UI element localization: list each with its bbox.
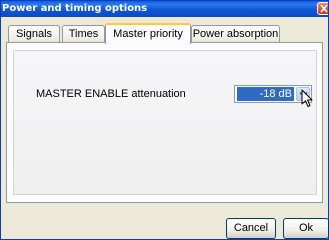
mouse-pointer-icon [301, 89, 313, 107]
master-priority-group: MASTER ENABLE attenuation -18 dB [13, 50, 317, 195]
title-bar[interactable]: Power and timing options [1, 1, 328, 17]
tab-panel: MASTER ENABLE attenuation -18 dB [6, 42, 323, 203]
tab-strip: Signals Times Master priority Power abso… [1, 23, 328, 44]
tab-master-priority[interactable]: Master priority [105, 23, 191, 44]
tab-power-absorption[interactable]: Power absorption [191, 25, 280, 43]
dialog-window: Power and timing options Signals Times M… [0, 0, 329, 240]
window-title: Power and timing options [2, 3, 148, 14]
close-icon [320, 4, 328, 13]
attenuation-label: MASTER ENABLE attenuation [36, 88, 186, 100]
ok-button[interactable]: Ok [283, 218, 329, 239]
cancel-button[interactable]: Cancel [226, 218, 276, 239]
tab-times[interactable]: Times [62, 25, 105, 43]
attenuation-value: -18 dB [237, 87, 294, 101]
close-button[interactable] [317, 2, 328, 15]
tab-signals[interactable]: Signals [8, 25, 60, 43]
